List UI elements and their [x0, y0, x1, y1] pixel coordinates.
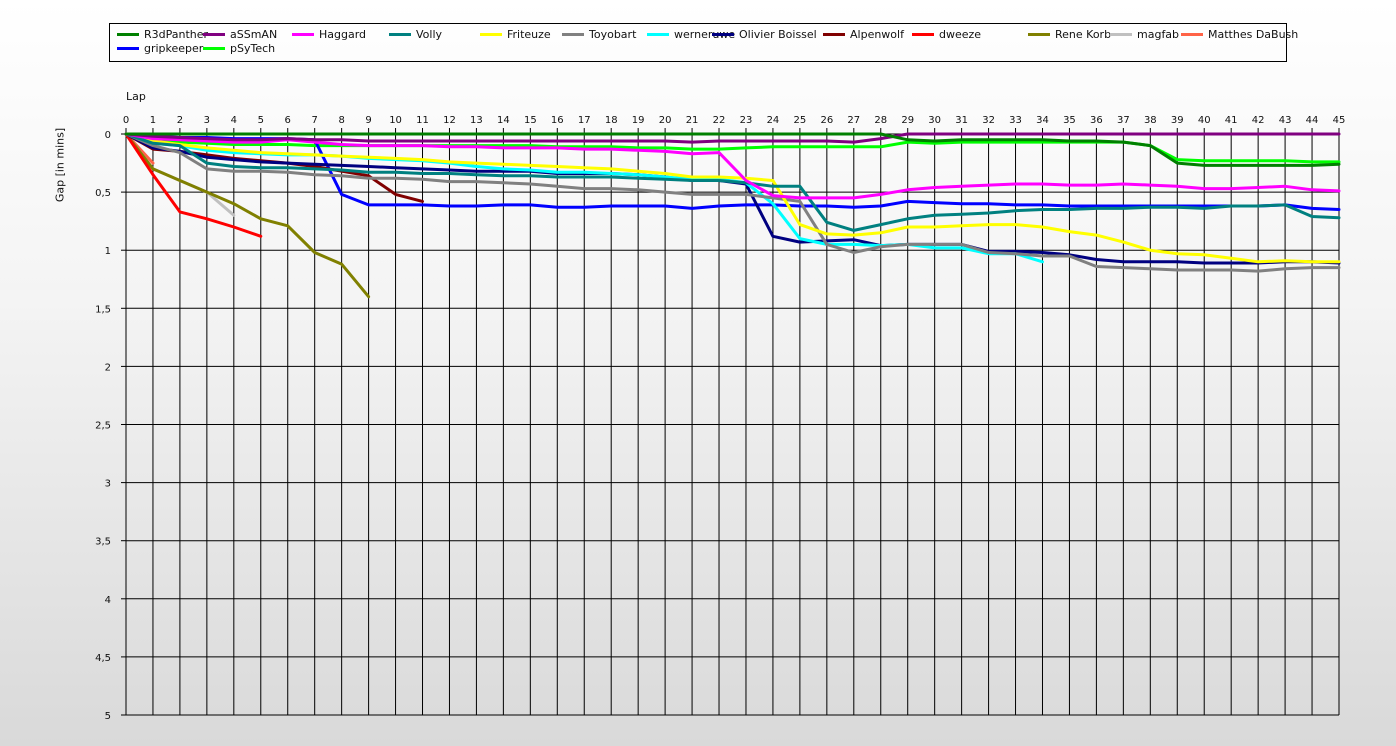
x-tick-label: 3 [204, 115, 210, 126]
x-tick-label: 39 [1171, 115, 1184, 126]
y-tick-label: 1,5 [95, 304, 111, 315]
y-tick-label: 3 [105, 479, 111, 490]
x-tick-label: 6 [285, 115, 291, 126]
x-tick-label: 35 [1063, 115, 1076, 126]
x-tick-label: 9 [365, 115, 371, 126]
y-tick-label: 4 [105, 595, 111, 606]
y-tick-label: 0,5 [95, 188, 111, 199]
y-tick-label: 5 [105, 711, 111, 722]
x-tick-label: 23 [740, 115, 753, 126]
plot-svg: 0 1 2 3 4 5 6 7 8 9 10 11 12 13 14 15 16 17 18 19 20 21 22 23 24… [95, 115, 1346, 722]
x-tick-label: 24 [767, 115, 780, 126]
x-tick-label: 29 [901, 115, 914, 126]
x-tick-label: 28 [874, 115, 887, 126]
x-tick-label: 18 [605, 115, 618, 126]
x-tick-label: 1 [150, 115, 156, 126]
y-tick-label: 4,5 [95, 653, 111, 664]
x-tick-label: 45 [1333, 115, 1346, 126]
x-tick-label: 13 [470, 115, 483, 126]
x-tick-label: 14 [497, 115, 510, 126]
x-tick-label: 40 [1198, 115, 1211, 126]
x-tick-label: 21 [686, 115, 699, 126]
x-tick-label: 32 [982, 115, 995, 126]
x-tick-label: 31 [955, 115, 968, 126]
x-tick-label: 27 [847, 115, 860, 126]
x-tick-label: 36 [1090, 115, 1103, 126]
x-tick-label: 30 [928, 115, 941, 126]
x-tick-label: 4 [231, 115, 237, 126]
x-tick-label: 8 [338, 115, 344, 126]
x-tick-label: 0 [123, 115, 129, 126]
x-tick-label: 2 [177, 115, 183, 126]
series-line-friteuze [124, 132, 1341, 264]
x-tick-label: 7 [312, 115, 318, 126]
x-tick-label: 15 [524, 115, 537, 126]
x-tick-label: 11 [416, 115, 429, 126]
x-tick-label: 19 [632, 115, 645, 126]
x-tick-label: 34 [1036, 115, 1049, 126]
y-tick-label: 2 [105, 362, 111, 373]
x-tick-label: 16 [551, 115, 564, 126]
x-tick-label: 22 [713, 115, 726, 126]
chart-area: R3dPanther aSSmAN Haggard Volly Friteuze Toyo… [0, 0, 1396, 746]
x-tick-label: 41 [1225, 115, 1238, 126]
x-tick-label: 42 [1252, 115, 1265, 126]
x-tick-label: 43 [1279, 115, 1292, 126]
y-tick-label: 2,5 [95, 421, 111, 432]
x-tick-label: 17 [578, 115, 591, 126]
x-tick-label: 12 [443, 115, 456, 126]
x-tick-label: 25 [794, 115, 807, 126]
x-tick-label: 10 [389, 115, 402, 126]
x-tick-label: 44 [1306, 115, 1319, 126]
x-tick-label: 38 [1144, 115, 1157, 126]
x-tick-label: 26 [820, 115, 833, 126]
x-tick-label: 5 [258, 115, 264, 126]
x-tick-label: 33 [1009, 115, 1022, 126]
y-tick-label: 1 [105, 246, 111, 257]
y-tick-label: 0 [105, 130, 111, 141]
x-tick-label: 20 [659, 115, 672, 126]
x-tick-label: 37 [1117, 115, 1130, 126]
y-tick-label: 3,5 [95, 537, 111, 548]
